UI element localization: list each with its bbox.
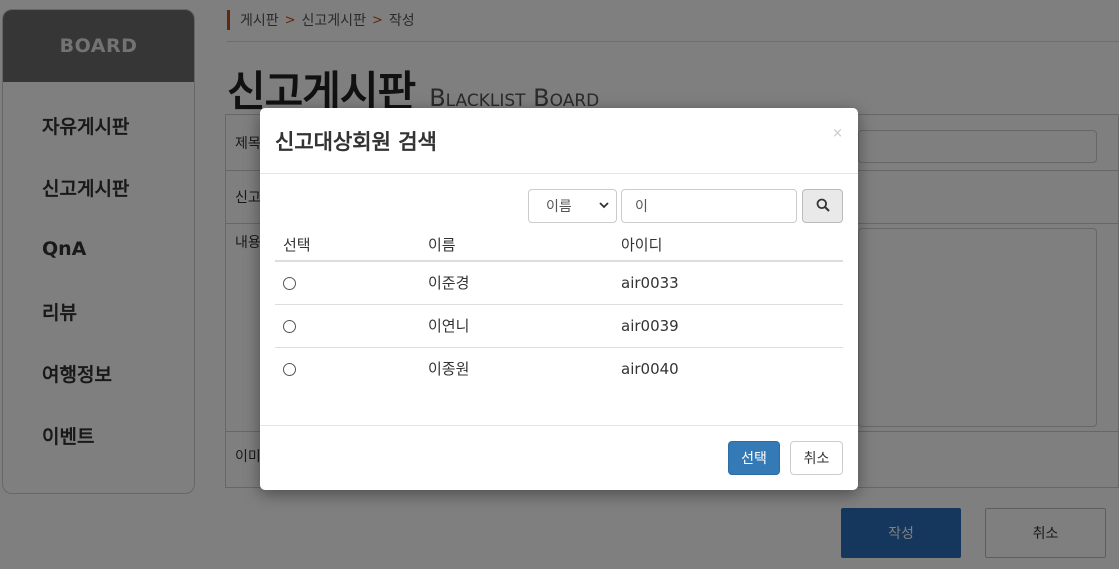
search-input[interactable]: [621, 189, 797, 223]
search-field-selected: 이름: [546, 199, 572, 215]
member-name: 이연니: [420, 304, 613, 348]
select-radio[interactable]: [283, 319, 296, 333]
select-radio[interactable]: [283, 362, 296, 376]
modal-cancel-button[interactable]: 취소: [790, 441, 843, 475]
modal-footer: 선택 취소: [260, 425, 858, 490]
column-header-select: 선택: [275, 228, 420, 262]
search-field-select[interactable]: 이름: [528, 189, 617, 223]
modal-header: 신고대상회원 검색 ×: [260, 108, 858, 174]
search-button[interactable]: [802, 189, 843, 223]
select-button[interactable]: 선택: [728, 441, 780, 475]
close-icon[interactable]: ×: [832, 126, 843, 141]
table-row: 이준경 air0033: [275, 261, 843, 305]
member-id: air0033: [613, 261, 843, 305]
member-id: air0040: [621, 359, 679, 378]
column-header-name: 이름: [420, 228, 613, 262]
member-name: 이준경: [420, 261, 613, 305]
table-row: 이종원 air0040: [275, 347, 843, 390]
search-icon: [816, 197, 830, 216]
table-header-row: 선택 이름 아이디: [275, 228, 843, 262]
member-name: 이종원: [428, 360, 470, 379]
member-table: 선택 이름 아이디 이준경 air0033 이연니 air0039 이종원 ai…: [275, 228, 843, 390]
chevron-down-icon: [598, 199, 610, 214]
select-radio[interactable]: [283, 276, 296, 290]
table-row: 이연니 air0039: [275, 304, 843, 348]
member-search-modal: 신고대상회원 검색 × 이름 선택 이름 아이디 이준경 air0033: [260, 108, 858, 490]
column-header-id: 아이디: [613, 228, 843, 262]
modal-title: 신고대상회원 검색: [275, 130, 437, 154]
member-id: air0039: [613, 304, 843, 348]
